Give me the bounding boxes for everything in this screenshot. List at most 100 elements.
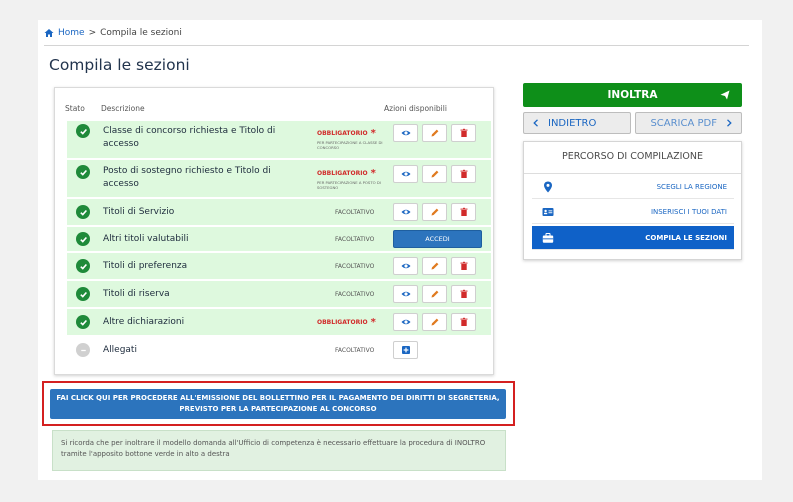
required-star-icon: * (370, 317, 376, 328)
page-title: Compila le sezioni (49, 56, 190, 74)
delete-button[interactable] (451, 257, 476, 275)
step-label: COMPILA LE SEZIONI (645, 233, 727, 242)
inoltra-label: INOLTRA (607, 89, 658, 101)
inoltra-button[interactable]: INOLTRA (523, 83, 742, 107)
step-compila-sezioni[interactable]: COMPILA LE SEZIONI (532, 226, 734, 250)
table-header: Stato Descrizione Azioni disponibili (55, 88, 493, 116)
delete-button[interactable] (451, 313, 476, 331)
pencil-icon (431, 262, 438, 270)
header-stato: Stato (65, 104, 85, 113)
delete-button[interactable] (451, 165, 476, 183)
completed-check-icon (76, 315, 90, 329)
pencil-icon (431, 129, 438, 137)
section-row-allegati: Allegati FACOLTATIVO (67, 337, 491, 364)
briefcase-icon (542, 233, 554, 243)
trash-icon (460, 317, 467, 326)
requirement-text: FACOLTATIVO (335, 209, 375, 216)
info-note: Si ricorda che per inoltrare il modello … (52, 430, 506, 471)
home-icon[interactable] (44, 28, 54, 38)
accedi-button[interactable]: ACCEDI (393, 230, 482, 248)
requirement-badge: OBBLIGATORIO * PER PARTECIPAZIONE A POSTO… (317, 168, 387, 190)
pencil-icon (431, 290, 438, 298)
pencil-icon (431, 318, 438, 326)
eye-icon (401, 130, 410, 136)
header-azioni: Azioni disponibili (384, 104, 447, 113)
add-button[interactable] (393, 341, 418, 359)
requirement-text: FACOLTATIVO (335, 236, 375, 243)
payment-bollettino-button[interactable]: FAI CLICK QUI PER PROCEDERE ALL'EMISSION… (50, 389, 506, 419)
trash-icon (460, 289, 467, 298)
section-label: Posto di sostegno richiesto e Titolo di … (103, 166, 271, 189)
edit-button[interactable] (422, 165, 447, 183)
step-scegli-regione[interactable]: SCEGLI LA REGIONE (532, 175, 734, 199)
completed-check-icon (76, 124, 90, 138)
section-row-posto-sostegno: Posto di sostegno richiesto e Titolo di … (67, 160, 491, 198)
indietro-button[interactable]: INDIETRO (523, 112, 631, 134)
section-row-titoli-servizio: Titoli di Servizio FACOLTATIVO (67, 199, 491, 226)
id-card-icon (542, 208, 554, 216)
eye-icon (401, 171, 410, 177)
trash-icon (460, 169, 467, 178)
chevron-right-icon (727, 119, 732, 127)
breadcrumb-home-link[interactable]: Home (58, 28, 85, 38)
breadcrumb-current: Compila le sezioni (100, 28, 182, 38)
view-button[interactable] (393, 203, 418, 221)
section-row-altri-titoli: Altri titoli valutabili FACOLTATIVO ACCE… (67, 227, 491, 252)
requirement-note: PER PARTECIPAZIONE A CLASSE DI CONCORSO (317, 140, 383, 150)
percorso-divider (524, 173, 741, 174)
percorso-panel: PERCORSO DI COMPILAZIONE SCEGLI LA REGIO… (523, 141, 742, 260)
header-descrizione: Descrizione (101, 104, 145, 113)
scarica-pdf-button[interactable]: SCARICA PDF (635, 112, 742, 134)
percorso-title: PERCORSO DI COMPILAZIONE (562, 151, 703, 162)
section-row-classe-concorso: Classe di concorso richiesta e Titolo di… (67, 121, 491, 159)
edit-button[interactable] (422, 257, 447, 275)
edit-button[interactable] (422, 285, 447, 303)
step-inserisci-dati[interactable]: INSERISCI I TUOI DATI (532, 200, 734, 224)
completed-check-icon (76, 205, 90, 219)
eye-icon (401, 263, 410, 269)
eye-icon (401, 291, 410, 297)
eye-icon (401, 209, 410, 215)
view-button[interactable] (393, 313, 418, 331)
view-button[interactable] (393, 285, 418, 303)
chevron-left-icon (533, 119, 538, 127)
completed-check-icon (76, 165, 90, 179)
eye-icon (401, 319, 410, 325)
edit-button[interactable] (422, 124, 447, 142)
requirement-text: FACOLTATIVO (335, 291, 375, 298)
trash-icon (460, 207, 467, 216)
send-icon (720, 90, 730, 100)
view-button[interactable] (393, 165, 418, 183)
requirement-text: OBBLIGATORIO (317, 130, 368, 137)
completed-check-icon (76, 287, 90, 301)
requirement-text: OBBLIGATORIO (317, 319, 368, 326)
section-row-altre-dichiarazioni: Altre dichiarazioni OBBLIGATORIO * (67, 309, 491, 336)
required-star-icon: * (370, 168, 376, 179)
view-button[interactable] (393, 257, 418, 275)
section-label: Titoli di Servizio (103, 207, 175, 217)
delete-button[interactable] (451, 285, 476, 303)
delete-button[interactable] (451, 124, 476, 142)
section-label: Altri titoli valutabili (103, 234, 189, 244)
scarica-pdf-label: SCARICA PDF (650, 117, 717, 129)
trash-icon (460, 261, 467, 270)
trash-icon (460, 128, 467, 137)
requirement-text: FACOLTATIVO (335, 263, 375, 270)
view-button[interactable] (393, 124, 418, 142)
section-label: Classe di concorso richiesta e Titolo di… (103, 126, 276, 149)
requirement-note: PER PARTECIPAZIONE A POSTO DI SOSTEGNO (317, 180, 381, 190)
breadcrumb-divider (44, 45, 749, 46)
step-label: SCEGLI LA REGIONE (656, 182, 727, 191)
delete-button[interactable] (451, 203, 476, 221)
pencil-icon (431, 208, 438, 216)
plus-square-icon (401, 346, 410, 354)
requirement-badge: OBBLIGATORIO * PER PARTECIPAZIONE A CLASS… (317, 128, 387, 150)
edit-button[interactable] (422, 203, 447, 221)
sections-table: Stato Descrizione Azioni disponibili Cla… (54, 87, 494, 375)
indietro-label: INDIETRO (548, 117, 597, 129)
breadcrumb: Home > Compila le sezioni (44, 28, 182, 38)
edit-button[interactable] (422, 313, 447, 331)
page-container: Home > Compila le sezioni Compila le sez… (38, 20, 762, 480)
section-label: Allegati (103, 345, 137, 355)
completed-check-icon (76, 259, 90, 273)
